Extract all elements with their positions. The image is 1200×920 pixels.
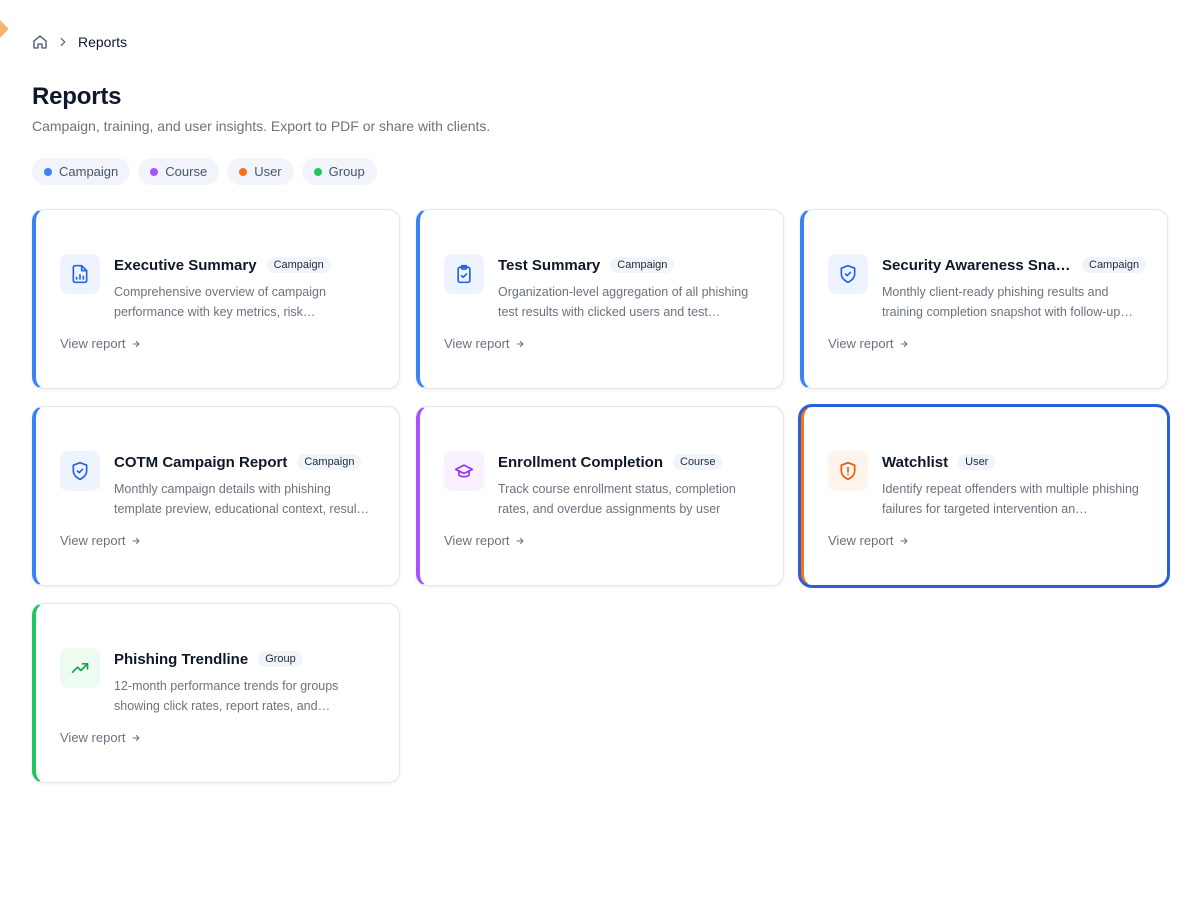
card-description: Organization-level aggregation of all ph… [498, 285, 749, 319]
arrow-right-icon [900, 340, 907, 347]
shield-check-icon [828, 254, 868, 294]
chevron-right-icon [56, 35, 70, 49]
type-badge: Campaign [266, 257, 331, 273]
report-card-executive-summary[interactable]: Executive Summary Campaign Comprehensive… [32, 209, 400, 389]
card-title: Executive Summary [114, 256, 257, 274]
card-title: Security Awareness Snap… [882, 256, 1072, 274]
card-description: 12-month performance trends for groups s… [114, 679, 339, 713]
filter-chip-group[interactable]: Group [301, 158, 377, 185]
shield-check-icon [60, 451, 100, 491]
arrow-right-icon [516, 537, 523, 544]
page-title: Reports [32, 83, 122, 110]
card-description: Identify repeat offenders with multiple … [882, 482, 1139, 516]
filter-chip-user[interactable]: User [227, 158, 294, 185]
reports-page: Reports Reports Campaign, training, and … [0, 0, 1200, 783]
user-dot-icon [239, 167, 248, 176]
card-description: Monthly client-ready phishing results an… [882, 285, 1133, 319]
view-report-link[interactable]: View report [828, 533, 909, 548]
view-report-label: View report [60, 533, 126, 548]
arrow-right-icon [132, 734, 139, 741]
card-description: Monthly campaign details with phishing t… [114, 482, 369, 516]
graduation-cap-icon [444, 451, 484, 491]
filter-chip-label: User [254, 164, 282, 179]
view-report-label: View report [444, 336, 510, 351]
report-card-phishing-trendline[interactable]: Phishing Trendline Group 12-month perfor… [32, 603, 400, 783]
type-badge: Campaign [1082, 257, 1147, 273]
view-report-label: View report [444, 533, 510, 548]
arrow-right-icon [516, 340, 523, 347]
shield-alert-icon [828, 451, 868, 491]
arrow-right-icon [132, 340, 139, 347]
arrow-right-icon [900, 537, 907, 544]
card-description: Track course enrollment status, completi… [498, 482, 736, 516]
view-report-label: View report [60, 730, 126, 745]
report-card-test-summary[interactable]: Test Summary Campaign Organization-level… [416, 209, 784, 389]
group-dot-icon [313, 167, 322, 176]
view-report-label: View report [60, 336, 126, 351]
card-title: Test Summary [498, 256, 601, 274]
view-report-link[interactable]: View report [828, 336, 909, 351]
filter-chip-label: Course [165, 164, 208, 179]
view-report-link[interactable]: View report [60, 533, 141, 548]
type-badge: User [958, 454, 996, 470]
breadcrumb: Reports [32, 32, 1168, 52]
filter-chips: Campaign Course User Group [32, 158, 1168, 185]
type-badge: Group [258, 651, 303, 667]
card-title: Watchlist [882, 453, 949, 471]
card-description: Comprehensive overview of campaign perfo… [114, 285, 326, 319]
view-report-link[interactable]: View report [60, 336, 141, 351]
breadcrumb-current: Reports [78, 34, 128, 50]
type-badge: Campaign [297, 454, 362, 470]
card-title: Enrollment Completion [498, 453, 663, 471]
type-badge: Campaign [610, 257, 675, 273]
report-cards-grid: Executive Summary Campaign Comprehensive… [32, 209, 1170, 783]
type-badge: Course [673, 454, 723, 470]
view-report-link[interactable]: View report [60, 730, 141, 745]
report-card-enrollment-completion[interactable]: Enrollment Completion Course Track cours… [416, 406, 784, 586]
view-report-label: View report [828, 336, 894, 351]
view-report-link[interactable]: View report [444, 336, 525, 351]
page-subtitle: Campaign, training, and user insights. E… [32, 118, 491, 134]
home-icon[interactable] [32, 34, 48, 50]
filter-chip-campaign[interactable]: Campaign [32, 158, 131, 185]
report-card-security-awareness-snapshot[interactable]: Security Awareness Snap… Campaign Monthl… [800, 209, 1168, 389]
campaign-dot-icon [44, 167, 52, 176]
view-report-label: View report [828, 533, 894, 548]
report-card-cotm-campaign-report[interactable]: COTM Campaign Report Campaign Monthly ca… [32, 406, 400, 586]
filter-chip-course[interactable]: Course [138, 158, 220, 185]
report-card-watchlist[interactable]: Watchlist User Identify repeat offenders… [798, 404, 1170, 588]
clipboard-check-icon [444, 254, 484, 294]
filter-chip-label: Group [328, 164, 365, 179]
card-title: Phishing Trendline [114, 650, 249, 668]
view-report-link[interactable]: View report [444, 533, 525, 548]
filter-chip-label: Campaign [59, 164, 119, 179]
arrow-right-icon [132, 537, 139, 544]
file-chart-icon [60, 254, 100, 294]
course-dot-icon [150, 167, 159, 176]
trending-up-icon [60, 648, 100, 688]
card-title: COTM Campaign Report [114, 453, 288, 471]
